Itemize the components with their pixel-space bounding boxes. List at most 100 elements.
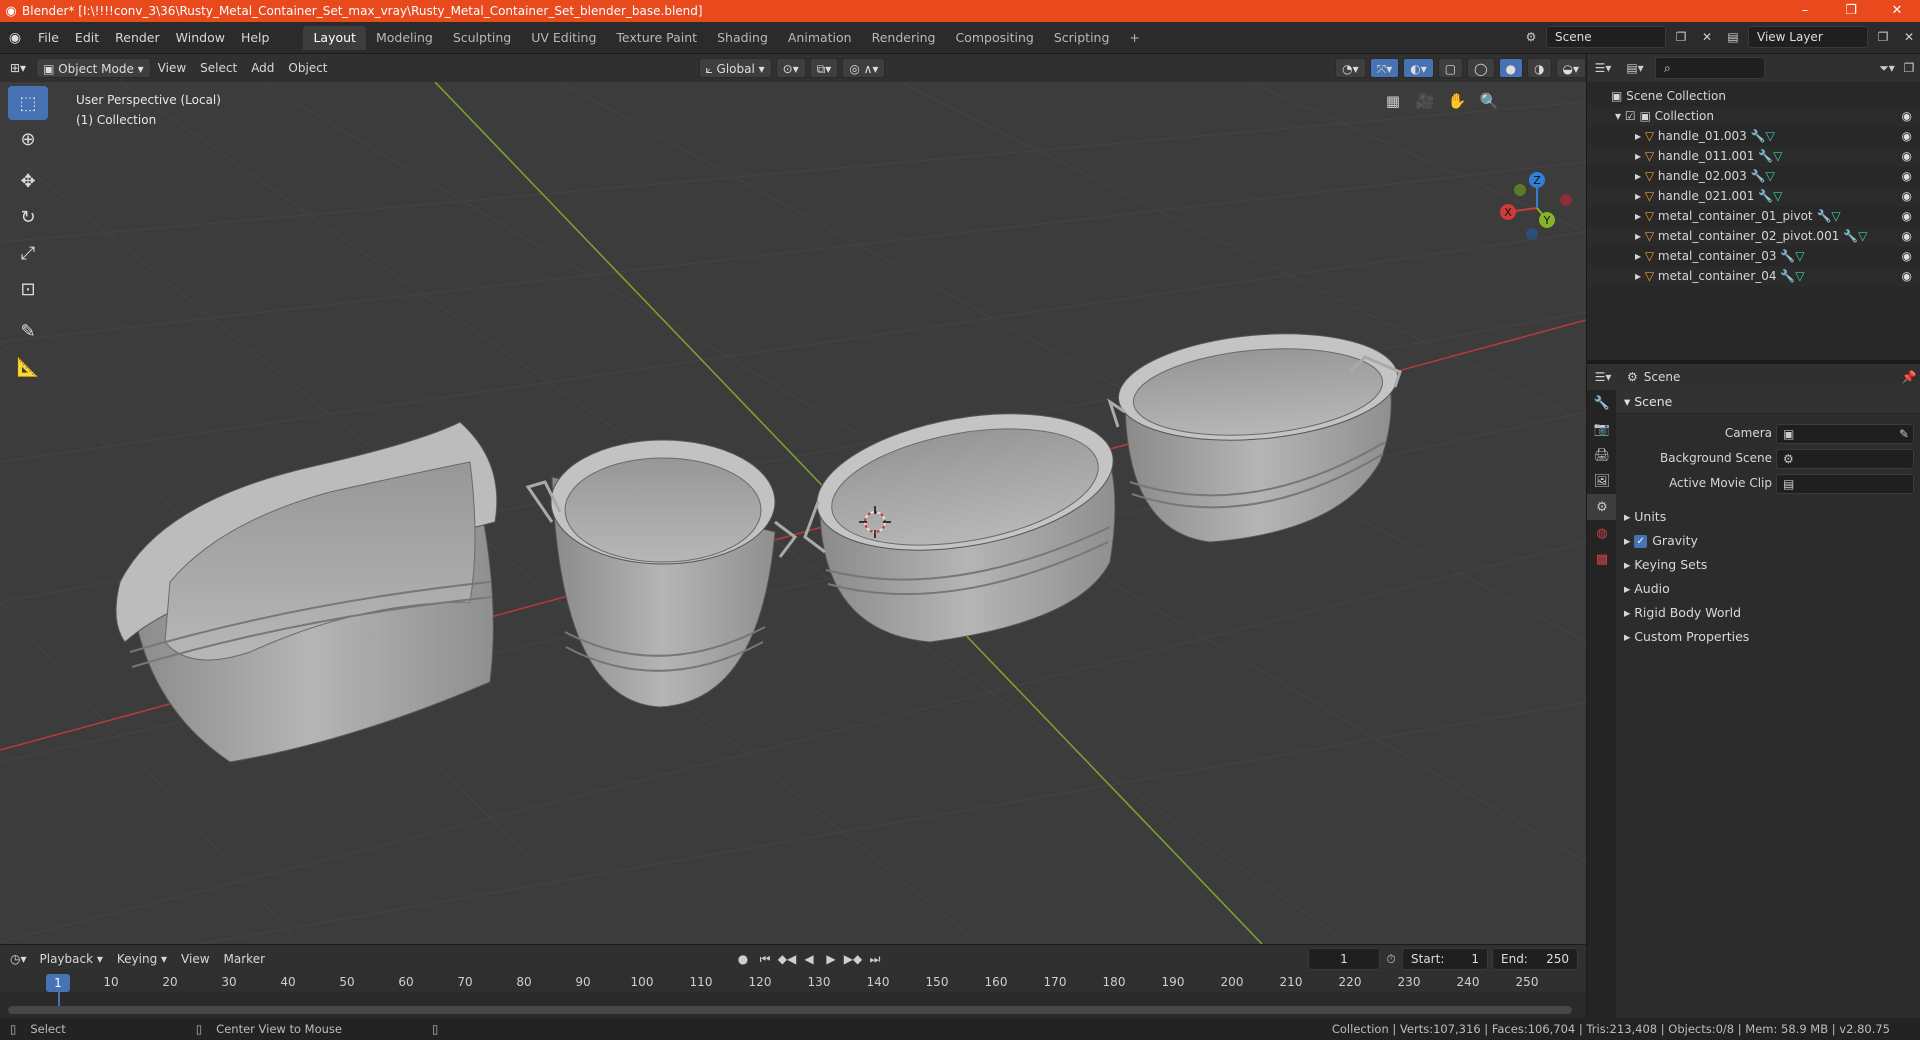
metal-container-04[interactable] (115, 421, 498, 763)
filter-icon[interactable]: ⏷▾ (1876, 57, 1898, 79)
close-button[interactable]: ✕ (1874, 0, 1920, 22)
expand-arrow-icon[interactable]: ▸ (1635, 129, 1641, 143)
next-keyframe-icon[interactable]: ▶◆ (842, 948, 864, 970)
menu-keying[interactable]: Keying ▾ (110, 949, 174, 969)
new-scene-icon[interactable]: ❐ (1670, 26, 1692, 48)
jump-end-icon[interactable]: ⏭ (864, 948, 886, 970)
modifier-wrench-icon[interactable]: 🔧 (1758, 189, 1773, 203)
rotate-tool-icon[interactable]: ↻ (8, 200, 48, 234)
menu-timeline-view[interactable]: View (174, 949, 216, 969)
annotate-tool-icon[interactable]: ✎ (8, 314, 48, 348)
menu-render[interactable]: Render (107, 26, 168, 50)
new-collection-icon[interactable]: ❐ (1898, 57, 1920, 79)
eye-icon[interactable]: ◉ (1902, 106, 1912, 126)
world-properties-tab-icon[interactable]: ◍ (1587, 520, 1617, 546)
timeline-editor-type-icon[interactable]: ◷▾ (4, 949, 33, 969)
menu-marker[interactable]: Marker (217, 949, 272, 969)
menu-edit[interactable]: Edit (67, 26, 107, 50)
blender-menu-icon[interactable]: ◉ (0, 30, 30, 46)
gizmo-toggle-icon[interactable]: ⤧▾ (1369, 58, 1400, 78)
solid-shading-icon[interactable]: ● (1498, 58, 1524, 78)
toggle-camera-view-icon[interactable]: ▦ (1380, 88, 1406, 114)
pan-hand-icon[interactable]: ✋ (1444, 88, 1470, 114)
navigation-gizmo[interactable]: Z X Y (1500, 172, 1572, 240)
camera-icon[interactable]: 🎥 (1412, 88, 1438, 114)
tab-animation[interactable]: Animation (778, 26, 862, 50)
mesh-data-icon[interactable]: ▽ (1795, 269, 1804, 283)
transform-orientation-dropdown[interactable]: ⟀ Global ▾ (698, 58, 772, 78)
start-frame-field[interactable]: Start: 1 (1402, 947, 1488, 970)
outliner-object[interactable]: ▸ ▽ metal_container_02_pivot.001 🔧▽ ◉ (1587, 226, 1920, 246)
move-tool-icon[interactable]: ✥ (8, 164, 48, 198)
pivot-point-icon[interactable]: ⊙▾ (775, 58, 806, 78)
zoom-icon[interactable]: 🔍 (1476, 88, 1502, 114)
tab-compositing[interactable]: Compositing (945, 26, 1043, 50)
audio-panel[interactable]: ▸ Audio (1616, 577, 1920, 601)
eye-icon[interactable]: ◉ (1902, 186, 1912, 206)
mesh-data-icon[interactable]: ▽ (1773, 189, 1782, 203)
tab-sculpting[interactable]: Sculpting (443, 26, 521, 50)
properties-editor-type-icon[interactable]: ☰▾ (1587, 366, 1619, 388)
scale-tool-icon[interactable]: ⤢ (8, 236, 48, 270)
outliner-scene-collection[interactable]: ▣ Scene Collection (1587, 86, 1920, 106)
outliner-collection[interactable]: ▾ ☑ ▣ Collection ◉ (1587, 106, 1920, 126)
units-panel[interactable]: ▸ Units (1616, 505, 1920, 529)
view-layer-icon[interactable]: ▤ (1722, 26, 1744, 48)
jump-start-icon[interactable]: ⏮ (754, 948, 776, 970)
scene-icon[interactable]: ⚙ (1520, 26, 1542, 48)
eyedropper-icon[interactable]: ✎ (1899, 425, 1909, 443)
scene-panel-header[interactable]: ▾ Scene (1616, 390, 1920, 414)
record-icon[interactable]: ● (732, 948, 754, 970)
rigid-body-world-panel[interactable]: ▸ Rigid Body World (1616, 601, 1920, 625)
metal-container-03[interactable] (525, 439, 798, 708)
mesh-data-icon[interactable]: ▽ (1858, 229, 1867, 243)
xray-icon[interactable]: ▢ (1437, 58, 1464, 78)
delete-scene-icon[interactable]: ✕ (1696, 26, 1718, 48)
eye-icon[interactable]: ◉ (1902, 206, 1912, 226)
tool-properties-tab-icon[interactable]: 🔧 (1587, 390, 1617, 416)
end-frame-field[interactable]: End: 250 (1492, 947, 1578, 970)
delete-view-layer-icon[interactable]: ✕ (1898, 26, 1920, 48)
mesh-data-icon[interactable]: ▽ (1766, 169, 1775, 183)
viewport-scene[interactable]: Z X Y (0, 82, 1586, 944)
tab-layout[interactable]: Layout (303, 25, 366, 50)
material-shading-icon[interactable]: ◑ (1527, 58, 1552, 78)
tab-rendering[interactable]: Rendering (862, 26, 946, 50)
add-workspace-button[interactable]: + (1119, 26, 1149, 50)
outliner-object[interactable]: ▸ ▽ metal_container_03 🔧▽ ◉ (1587, 246, 1920, 266)
tab-modeling[interactable]: Modeling (366, 26, 443, 50)
expand-arrow-icon[interactable]: ▸ (1635, 229, 1641, 243)
menu-select[interactable]: Select (193, 58, 244, 78)
expand-arrow-icon[interactable]: ▸ (1635, 189, 1641, 203)
mesh-data-icon[interactable]: ▽ (1773, 149, 1782, 163)
current-frame-indicator[interactable]: 1 (46, 974, 70, 992)
tab-uv-editing[interactable]: UV Editing (521, 26, 606, 50)
outliner-editor-type-icon[interactable]: ☰▾ (1587, 57, 1619, 79)
expand-arrow-icon[interactable]: ▸ (1635, 249, 1641, 263)
view-layer-properties-tab-icon[interactable]: 🖼 (1587, 468, 1617, 494)
timeline[interactable]: 1 10 20 30 40 50 60 70 80 90 100 110 120… (0, 972, 1586, 1018)
outliner-object[interactable]: ▸ ▽ metal_container_04 🔧▽ ◉ (1587, 266, 1920, 286)
proportional-edit-icon[interactable]: ◎ ∧▾ (842, 58, 886, 78)
eye-icon[interactable]: ◉ (1902, 226, 1912, 246)
tab-texture-paint[interactable]: Texture Paint (606, 26, 707, 50)
new-view-layer-icon[interactable]: ❐ (1872, 26, 1894, 48)
gravity-checkbox[interactable]: ✓ (1634, 535, 1648, 548)
modifier-wrench-icon[interactable]: 🔧 (1758, 149, 1773, 163)
menu-object[interactable]: Object (281, 58, 334, 78)
eye-icon[interactable]: ◉ (1902, 266, 1912, 286)
mode-dropdown[interactable]: ▣ Object Mode ▾ (36, 58, 151, 78)
snap-icon[interactable]: ⧉▾ (809, 58, 839, 78)
modifier-wrench-icon[interactable]: 🔧 (1751, 169, 1766, 183)
visibility-icon[interactable]: ◔▾ (1335, 58, 1366, 78)
modifier-wrench-icon[interactable]: 🔧 (1751, 129, 1766, 143)
measure-tool-icon[interactable]: 📐 (8, 350, 48, 384)
menu-window[interactable]: Window (168, 26, 233, 50)
eye-icon[interactable]: ◉ (1902, 146, 1912, 166)
mesh-data-icon[interactable]: ▽ (1795, 249, 1804, 263)
eye-icon[interactable]: ◉ (1902, 246, 1912, 266)
eye-icon[interactable]: ◉ (1902, 126, 1912, 146)
scene-properties-tab-icon[interactable]: ⚙ (1587, 494, 1617, 520)
play-reverse-icon[interactable]: ◀ (798, 948, 820, 970)
scene-field[interactable]: Scene (1546, 26, 1666, 48)
